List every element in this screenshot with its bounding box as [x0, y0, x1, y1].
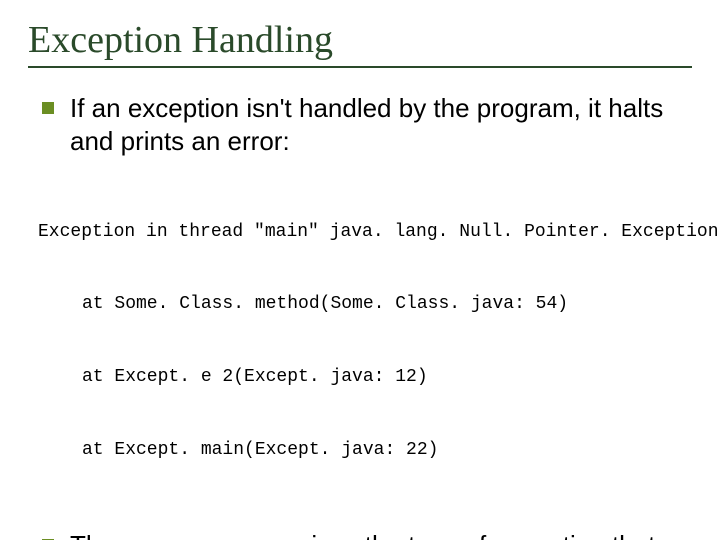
code-line: Exception in thread "main" java. lang. N… — [38, 220, 692, 244]
bullet-text: If an exception isn't handled by the pro… — [70, 93, 663, 156]
bullet-text: The error message gives the type of exce… — [70, 530, 655, 540]
bullet-icon — [42, 102, 54, 114]
code-line: at Some. Class. method(Some. Class. java… — [38, 292, 692, 316]
title-rule — [28, 66, 692, 68]
bullet-list: If an exception isn't handled by the pro… — [28, 92, 692, 157]
code-line: at Except. e 2(Except. java: 12) — [38, 365, 692, 389]
bullet-item-1: If an exception isn't handled by the pro… — [28, 92, 692, 157]
slide-title: Exception Handling — [28, 18, 692, 62]
bullet-item-2: The error message gives the type of exce… — [28, 529, 692, 540]
bullet-list: The error message gives the type of exce… — [28, 529, 692, 540]
slide: Exception Handling If an exception isn't… — [0, 0, 720, 540]
code-block: Exception in thread "main" java. lang. N… — [38, 171, 692, 511]
code-line: at Except. main(Except. java: 22) — [38, 438, 692, 462]
